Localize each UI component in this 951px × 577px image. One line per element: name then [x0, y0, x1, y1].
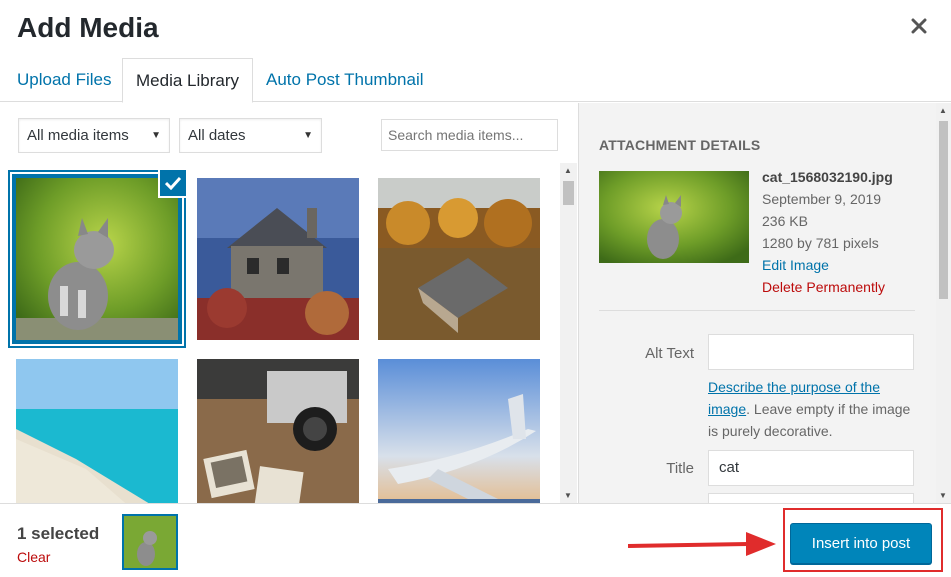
details-scrollbar[interactable]: ▲ ▼ — [936, 103, 951, 503]
media-grid — [0, 163, 560, 503]
dropdown-arrow-icon: ▼ — [303, 130, 313, 141]
attachment-details-panel: ATTACHMENT DETAILS cat_1568032190.jpg Se… — [578, 103, 951, 503]
attachment-date: September 9, 2019 — [762, 191, 882, 207]
attachment-size: 236 KB — [762, 213, 808, 229]
attachment-filename: cat_1568032190.jpg — [762, 169, 893, 185]
details-scroll-thumb[interactable] — [939, 121, 948, 299]
media-footer: 1 selected Clear Insert into post — [0, 503, 951, 577]
grid-scrollbar[interactable]: ▲ ▼ — [560, 163, 577, 503]
attachment-details-heading: ATTACHMENT DETAILS — [599, 137, 761, 153]
media-item-cat[interactable] — [12, 168, 188, 344]
media-type-value: All media items — [27, 127, 129, 144]
title-field[interactable]: cat — [708, 450, 914, 486]
media-item-airplane[interactable] — [378, 359, 540, 503]
details-divider — [599, 310, 915, 311]
title-label: Title — [666, 460, 694, 477]
scroll-up-icon[interactable]: ▲ — [564, 166, 572, 175]
delete-permanently-link[interactable]: Delete Permanently — [762, 279, 885, 295]
media-tabs: Upload Files Media Library Auto Post Thu… — [0, 58, 951, 103]
tab-upload-files[interactable]: Upload Files — [4, 58, 125, 102]
caption-field[interactable] — [708, 493, 914, 503]
date-value: All dates — [188, 127, 246, 144]
media-toolbar: All media items ▼ All dates ▼ — [0, 103, 578, 163]
grid-scroll-thumb[interactable] — [563, 181, 574, 205]
scroll-up-icon[interactable]: ▲ — [939, 106, 947, 115]
date-select[interactable]: All dates ▼ — [179, 118, 322, 153]
scroll-down-icon[interactable]: ▼ — [564, 491, 572, 500]
tab-auto-post-thumbnail[interactable]: Auto Post Thumbnail — [253, 58, 437, 102]
modal-title: Add Media — [17, 12, 159, 43]
edit-image-link[interactable]: Edit Image — [762, 257, 829, 273]
red-arrow-annotation — [628, 532, 776, 556]
dropdown-arrow-icon: ▼ — [151, 130, 161, 141]
attachment-preview — [599, 171, 749, 263]
scroll-down-icon[interactable]: ▼ — [939, 491, 947, 500]
attachment-dimensions: 1280 by 781 pixels — [762, 235, 879, 251]
media-type-select[interactable]: All media items ▼ — [18, 118, 170, 153]
tab-media-library[interactable]: Media Library — [122, 58, 253, 103]
alt-text-field[interactable] — [708, 334, 914, 370]
insert-into-post-button[interactable]: Insert into post — [790, 523, 932, 564]
alt-text-label: Alt Text — [645, 345, 694, 362]
selected-count: 1 selected — [17, 524, 100, 543]
close-icon[interactable] — [907, 14, 931, 38]
search-input[interactable] — [381, 119, 558, 151]
clear-selection-link[interactable]: Clear — [17, 549, 50, 565]
media-item-beach[interactable] — [16, 359, 178, 503]
media-item-autumn-cabin[interactable] — [378, 178, 540, 340]
selected-thumbnail[interactable] — [122, 514, 178, 570]
checkmark-icon[interactable] — [158, 168, 188, 198]
media-item-stone-house[interactable] — [197, 178, 359, 340]
alt-text-help: Describe the purpose of the image. Leave… — [708, 376, 914, 442]
media-item-vintage-camera[interactable] — [197, 359, 359, 503]
